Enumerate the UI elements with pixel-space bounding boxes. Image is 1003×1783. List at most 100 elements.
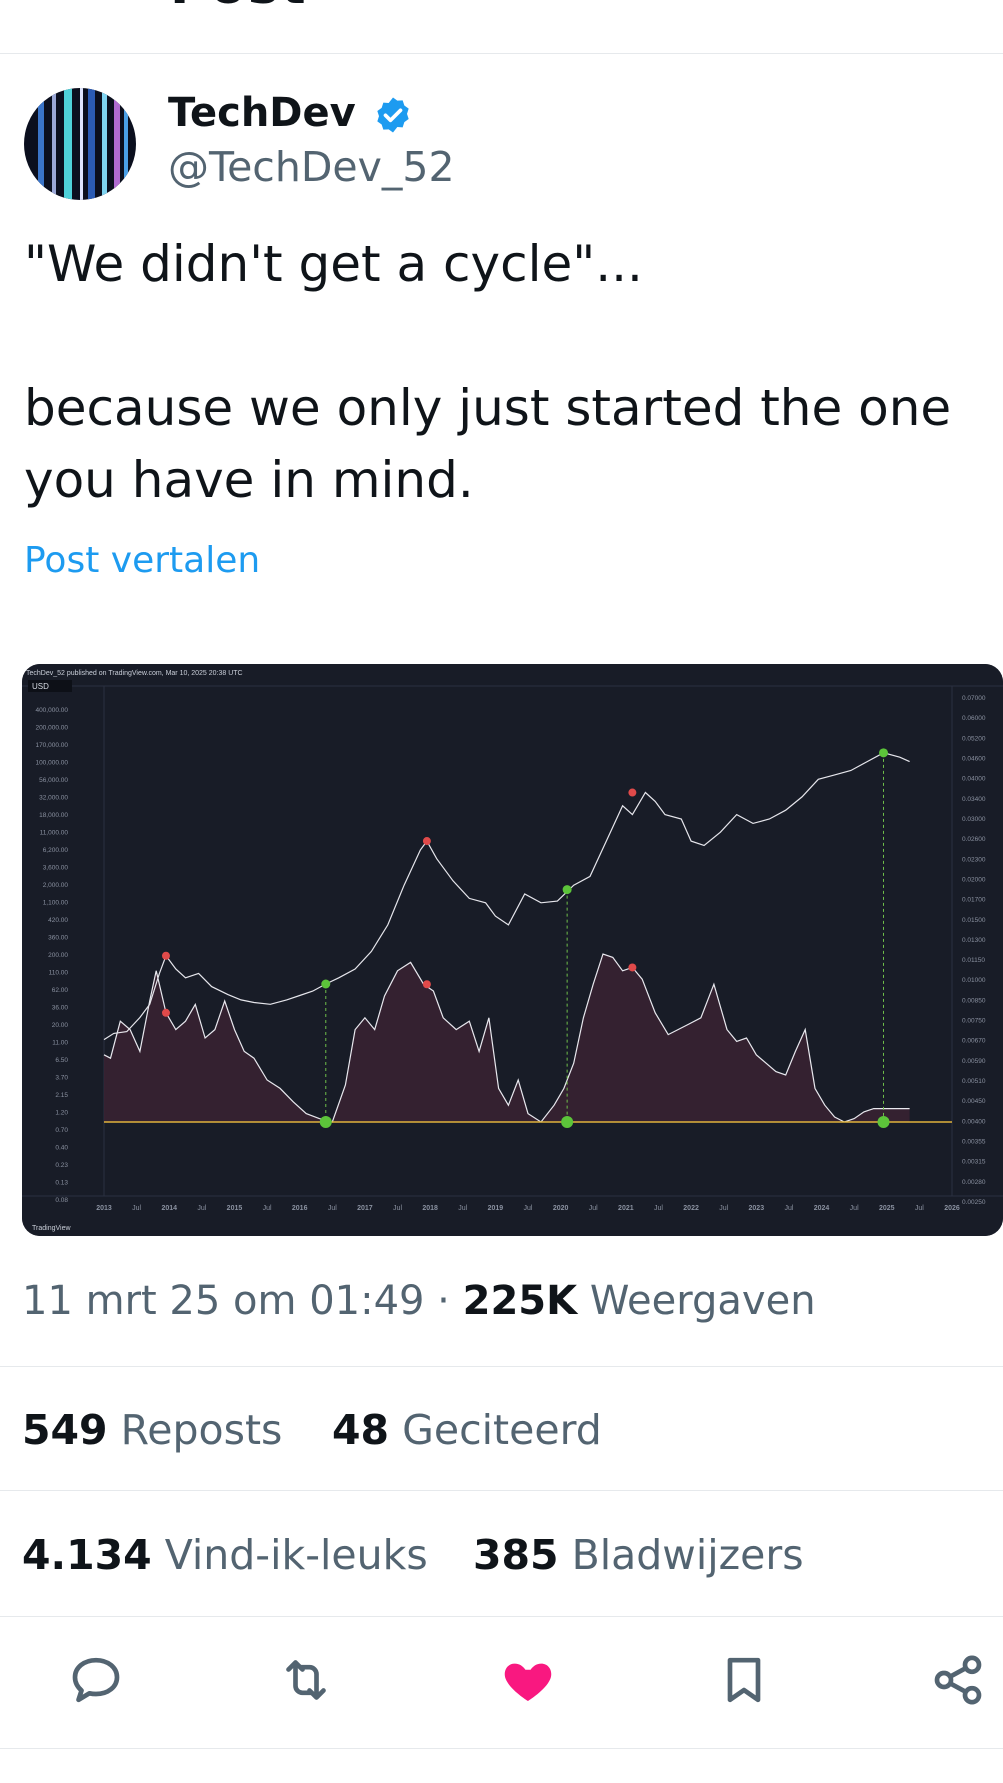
x-axis-tick: 2013: [96, 1205, 112, 1212]
right-axis-tick: 0.00280: [962, 1179, 986, 1186]
right-axis-tick: 0.00355: [962, 1139, 986, 1146]
right-axis-tick: 0.00510: [962, 1078, 986, 1085]
likes-count: 4.134: [22, 1531, 152, 1579]
quotes-stat[interactable]: 48 Geciteerd: [332, 1406, 602, 1454]
right-axis-tick: 0.01000: [962, 977, 986, 984]
avatar[interactable]: [24, 88, 136, 200]
x-axis-tick: 2019: [488, 1205, 504, 1212]
bookmarks-stat[interactable]: 385 Bladwijzers: [473, 1531, 804, 1579]
x-axis-tick: 2025: [879, 1205, 895, 1212]
price-top-marker: [422, 837, 431, 846]
right-axis-tick: 0.04000: [962, 776, 986, 783]
reposts-stat[interactable]: 549 Reposts: [22, 1406, 282, 1454]
left-axis-tick: 2,000.00: [43, 882, 69, 889]
left-axis-tick: 0.23: [55, 1162, 68, 1169]
right-axis-tick: 0.01700: [962, 897, 986, 904]
author-name[interactable]: TechDev: [168, 90, 356, 136]
x-axis-tick: Jul: [197, 1205, 206, 1212]
bookmark-icon[interactable]: [716, 1652, 772, 1708]
x-axis-tick: 2023: [749, 1205, 765, 1212]
repost-icon[interactable]: [278, 1652, 334, 1708]
quotes-label: Geciteerd: [402, 1406, 602, 1454]
tweet-text: "We didn't get a cycle"... because we on…: [24, 235, 952, 509]
left-axis-tick: 11.00: [52, 1040, 68, 1047]
x-axis-tick: Jul: [132, 1205, 141, 1212]
left-axis-tick: 6,200.00: [43, 847, 69, 854]
left-axis-tick: 32,000.00: [39, 795, 68, 802]
quotes-count: 48: [332, 1406, 390, 1454]
oscillator-top-marker: [161, 1008, 170, 1017]
oscillator-bottom-marker: [561, 1116, 574, 1128]
left-axis-tick: 62.00: [52, 987, 69, 994]
left-axis-tick: 18,000.00: [39, 812, 68, 819]
right-axis-tick: 0.02300: [962, 856, 986, 863]
left-axis-tick: 11,000.00: [40, 830, 69, 837]
x-axis-tick: Jul: [458, 1205, 467, 1212]
oscillator-top-marker: [628, 963, 637, 972]
views-label: Weergaven: [589, 1278, 816, 1324]
x-axis-tick: Jul: [524, 1205, 533, 1212]
right-axis-tick: 0.00590: [962, 1058, 986, 1065]
left-axis-tick: 1.20: [55, 1110, 68, 1117]
left-axis-tick: 2.15: [55, 1092, 68, 1099]
x-axis-tick: Jul: [263, 1205, 272, 1212]
left-axis-tick: 0.70: [55, 1127, 68, 1134]
price-top-marker: [628, 788, 637, 797]
share-icon[interactable]: [930, 1652, 986, 1708]
reposts-count: 549: [22, 1406, 108, 1454]
x-axis-tick: 2017: [357, 1205, 373, 1212]
post-time[interactable]: 11 mrt 25 om 01:49: [22, 1278, 424, 1324]
x-axis-tick: 2024: [814, 1205, 830, 1212]
x-axis-tick: 2020: [553, 1205, 569, 1212]
left-axis-tick: 20.00: [52, 1022, 69, 1029]
chart-image[interactable]: TechDev_52 published on TradingView.com,…: [22, 664, 1003, 1236]
right-axis-tick: 0.00850: [962, 997, 986, 1004]
verified-badge-icon: [377, 97, 409, 133]
bookmarks-label: Bladwijzers: [571, 1531, 804, 1579]
left-axis-tick: 3,600.00: [43, 865, 69, 872]
right-axis-tick: 0.03400: [962, 796, 986, 803]
left-axis-tick: 200.00: [48, 952, 68, 959]
left-axis-tick: 170,000.00: [35, 742, 68, 749]
left-axis-tick: 56,000.00: [39, 777, 68, 784]
right-axis-tick: 0.00315: [962, 1159, 986, 1166]
left-axis-tick: 400,000.00: [35, 707, 68, 714]
reply-icon[interactable]: [68, 1652, 124, 1708]
left-axis-tick: 420.00: [48, 917, 68, 924]
tweet-meta: 11 mrt 25 om 01:49 · 225K Weergaven: [22, 1278, 816, 1324]
meta-separator: ·: [424, 1278, 463, 1324]
x-axis-tick: Jul: [393, 1205, 402, 1212]
left-axis-tick: 3.70: [55, 1075, 68, 1082]
x-axis-tick: Jul: [915, 1205, 924, 1212]
reposts-label: Reposts: [120, 1406, 283, 1454]
translate-post-link[interactable]: Post vertalen: [24, 540, 260, 581]
right-axis-tick: 0.00250: [962, 1199, 986, 1206]
right-axis-tick: 0.02000: [962, 876, 986, 883]
left-axis-tick: 1,100.00: [43, 900, 69, 907]
right-axis-tick: 0.01150: [962, 957, 985, 964]
bottom-divider: [0, 1748, 1003, 1749]
left-axis-tick: 360.00: [48, 935, 68, 942]
x-axis-tick: Jul: [719, 1205, 728, 1212]
likes-stat[interactable]: 4.134 Vind-ik-leuks: [22, 1531, 428, 1579]
x-axis-tick: 2016: [292, 1205, 308, 1212]
right-axis-tick: 0.03000: [962, 816, 986, 823]
left-axis-tick: 0.08: [55, 1197, 68, 1204]
right-axis-tick: 0.05200: [962, 735, 986, 742]
meta-divider: [0, 1366, 1003, 1367]
like-icon[interactable]: [500, 1652, 556, 1708]
right-axis-tick: 0.07000: [962, 695, 986, 702]
x-axis-tick: 2022: [683, 1205, 699, 1212]
oscillator-top-marker: [422, 980, 431, 989]
right-axis-tick: 0.01500: [962, 917, 986, 924]
right-axis-tick: 0.00750: [962, 1018, 986, 1025]
actions-divider: [0, 1616, 1003, 1617]
x-axis-tick: Jul: [654, 1205, 663, 1212]
price-bottom-marker: [562, 885, 572, 895]
right-axis-tick: 0.02600: [962, 836, 986, 843]
right-axis-tick: 0.06000: [962, 715, 986, 722]
x-axis-tick: 2015: [227, 1205, 243, 1212]
price-top-marker: [161, 951, 170, 960]
author-handle[interactable]: @TechDev_52: [168, 143, 455, 191]
right-axis-tick: 0.00400: [962, 1118, 986, 1125]
